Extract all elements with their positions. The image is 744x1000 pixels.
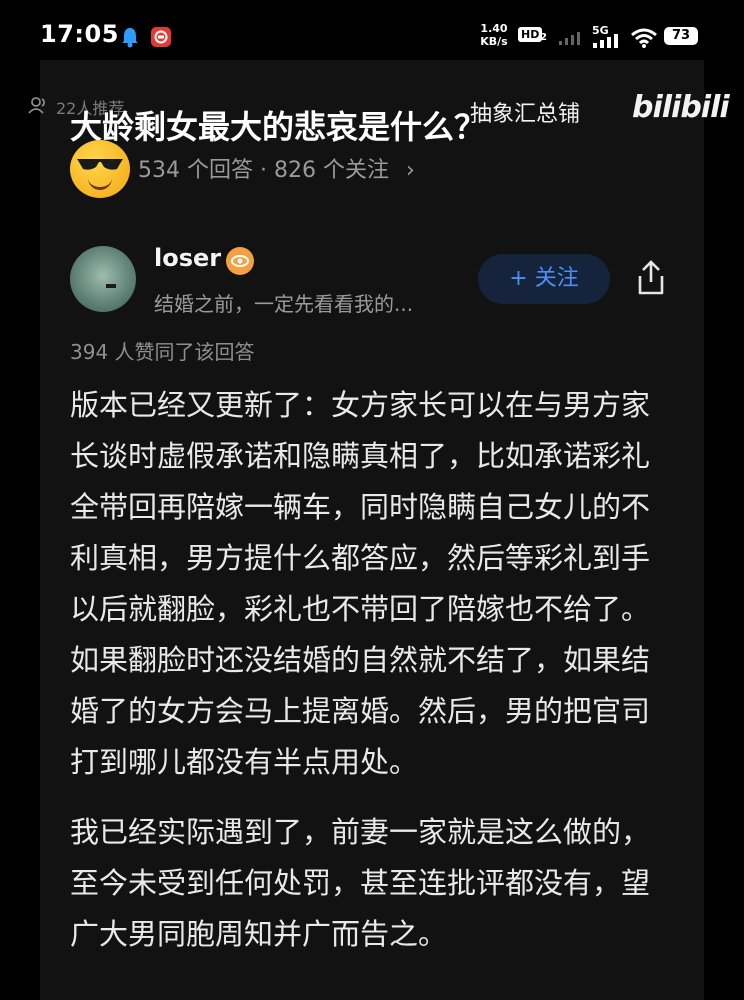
question-title[interactable]: 大龄剩女最大的悲哀是什么？ — [70, 102, 486, 148]
author-name[interactable]: loser — [154, 244, 221, 272]
network-speed: 1.40 KB/s — [474, 22, 514, 48]
sunglasses-icon — [77, 159, 123, 170]
sunglasses-emoji-icon — [70, 140, 130, 198]
clock: 17:05 — [40, 20, 119, 48]
notification-bell-icon — [122, 28, 138, 48]
likes-count: 394 人赞同了该回答 — [70, 340, 255, 364]
channel-name: 抽象汇总铺 — [470, 102, 581, 127]
question-stats-text: 534 个回答 · 826 个关注 — [138, 158, 389, 183]
hd-badge-sub: 2 — [540, 32, 547, 43]
chevron-right-icon: › — [405, 158, 415, 183]
wifi-icon — [631, 28, 657, 48]
follow-button[interactable]: + 关注 — [478, 254, 610, 304]
eye-icon — [231, 255, 249, 267]
users-icon — [28, 97, 45, 114]
signal-strong-icon — [593, 34, 618, 48]
emoji-mouth — [88, 178, 112, 190]
hd-badge-label: HD — [521, 28, 540, 41]
signal-weak-icon — [559, 32, 580, 45]
bilibili-logo: bilibili — [632, 90, 730, 125]
answer-paragraph: 我已经实际遇到了，前妻一家就是这么做的，至今未受到任何处罚，甚至连批评都没有，望… — [70, 815, 651, 951]
avatar[interactable] — [70, 246, 136, 312]
question-stats[interactable]: 534 个回答 · 826 个关注 › — [138, 152, 415, 184]
battery-indicator: 73 — [664, 27, 698, 45]
hd-badge: HD — [518, 27, 543, 42]
verified-badge-icon — [226, 247, 254, 275]
author-bio: 结婚之前，一定先看看我的... — [154, 292, 414, 316]
status-bar: 17:05 1.40 KB/s HD 2 5G 73 — [0, 0, 744, 62]
answer-paragraph: 版本已经又更新了：女方家长可以在与男方家长谈时虚假承诺和隐瞒真相了，比如承诺彩礼… — [70, 388, 651, 779]
avatar-mark — [106, 284, 116, 288]
share-icon[interactable] — [634, 260, 668, 296]
network-speed-unit: KB/s — [480, 35, 508, 48]
app-notification-icon — [151, 27, 171, 47]
network-speed-value: 1.40 — [480, 22, 508, 35]
